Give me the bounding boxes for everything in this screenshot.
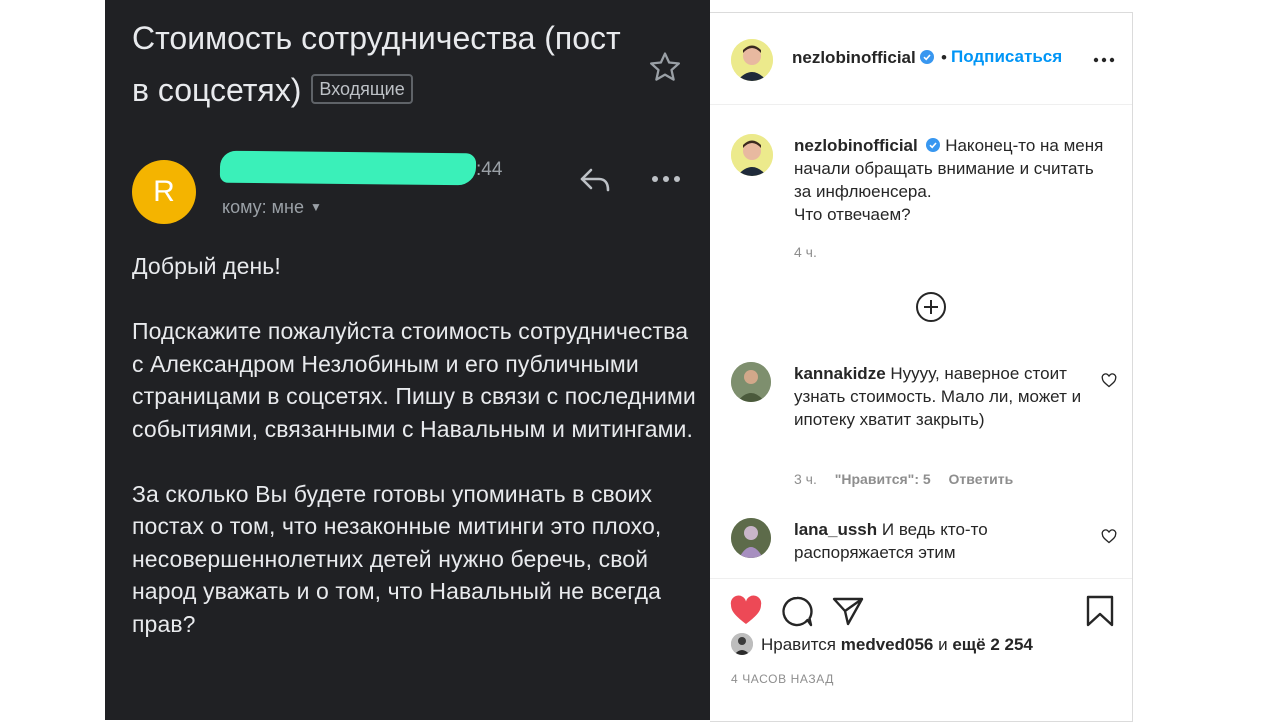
- header-username[interactable]: nezlobinofficial: [792, 48, 934, 68]
- commenter-avatar[interactable]: [731, 518, 771, 558]
- caption-body-line2: Что отвечаем?: [794, 205, 911, 224]
- sender-name-redacted: [219, 150, 477, 186]
- email-paragraph-request: Подскажите пожалуйста стоимость сотрудни…: [132, 318, 696, 442]
- header-separator: •: [941, 48, 947, 67]
- chevron-down-icon[interactable]: ▼: [310, 200, 322, 214]
- likes-prefix: Нравится: [761, 635, 837, 654]
- commenter-avatar[interactable]: [731, 362, 771, 402]
- liker-avatar[interactable]: [731, 633, 753, 655]
- caption-text: nezlobinofficial Наконец-то на меня нача…: [794, 134, 1114, 226]
- recipient-line[interactable]: кому: мне ▼: [222, 197, 322, 218]
- email-paragraph-question: За сколько Вы будете готовы упоминать в …: [132, 480, 662, 637]
- more-options-icon[interactable]: [649, 170, 683, 188]
- reply-icon[interactable]: [577, 162, 613, 196]
- more-options-icon[interactable]: [1093, 56, 1115, 64]
- likes-joiner: и: [938, 635, 948, 654]
- header-username-text: nezlobinofficial: [792, 48, 916, 67]
- post-header: nezlobinofficial • Подписаться: [710, 13, 1132, 105]
- likes-summary: Нравится medved056 и ещё 2 254: [731, 633, 1033, 655]
- likes-others-count[interactable]: ещё 2 254: [952, 635, 1033, 654]
- comment-meta: 3 ч. "Нравится": 5 Ответить: [794, 471, 1027, 487]
- star-icon[interactable]: [648, 50, 682, 84]
- like-comment-heart-icon[interactable]: [1101, 529, 1117, 544]
- instagram-post-panel: nezlobinofficial • Подписаться nezlobino…: [710, 12, 1133, 722]
- load-more-comments-icon[interactable]: [915, 291, 947, 323]
- comment-icon[interactable]: [780, 595, 814, 627]
- post-timestamp: 4 часов назад: [731, 672, 834, 686]
- email-paragraph-greeting: Добрый день!: [132, 253, 281, 279]
- email-subject: Стоимость сотрудничества (пост в соцсетя…: [132, 12, 632, 116]
- caption-timestamp: 4 ч.: [794, 244, 817, 260]
- caption-author-avatar[interactable]: [731, 134, 773, 176]
- sender-avatar[interactable]: R: [132, 160, 196, 224]
- verified-badge-icon: [919, 50, 934, 64]
- liker-username[interactable]: medved056: [841, 635, 934, 654]
- email-screenshot: Стоимость сотрудничества (пост в соцсетя…: [105, 0, 710, 720]
- share-icon[interactable]: [831, 595, 865, 627]
- bookmark-icon[interactable]: [1083, 595, 1117, 627]
- author-avatar[interactable]: [731, 39, 773, 81]
- comment-username[interactable]: lana_ussh: [794, 520, 877, 539]
- verified-badge-icon: [926, 138, 941, 152]
- email-time: :44: [476, 159, 503, 180]
- like-comment-heart-icon[interactable]: [1101, 373, 1117, 388]
- comment-text: kannakidze Нуууу, наверное стоит узнать …: [794, 362, 1094, 431]
- follow-button[interactable]: Подписаться: [951, 47, 1062, 67]
- inbox-label-badge[interactable]: Входящие: [311, 74, 413, 104]
- comment-likes-count[interactable]: "Нравится": 5: [835, 471, 931, 487]
- comment-text: lana_ussh И ведь кто-то распоряжается эт…: [794, 518, 1094, 564]
- recipient-text: кому: мне: [222, 197, 304, 217]
- email-body: Добрый день! Подскажите пожалуйста стоим…: [132, 250, 697, 673]
- comment-username[interactable]: kannakidze: [794, 364, 886, 383]
- comment-timestamp: 3 ч.: [794, 471, 817, 487]
- reply-link[interactable]: Ответить: [949, 471, 1014, 487]
- heart-icon[interactable]: [729, 595, 763, 627]
- caption-username[interactable]: nezlobinofficial: [794, 136, 918, 155]
